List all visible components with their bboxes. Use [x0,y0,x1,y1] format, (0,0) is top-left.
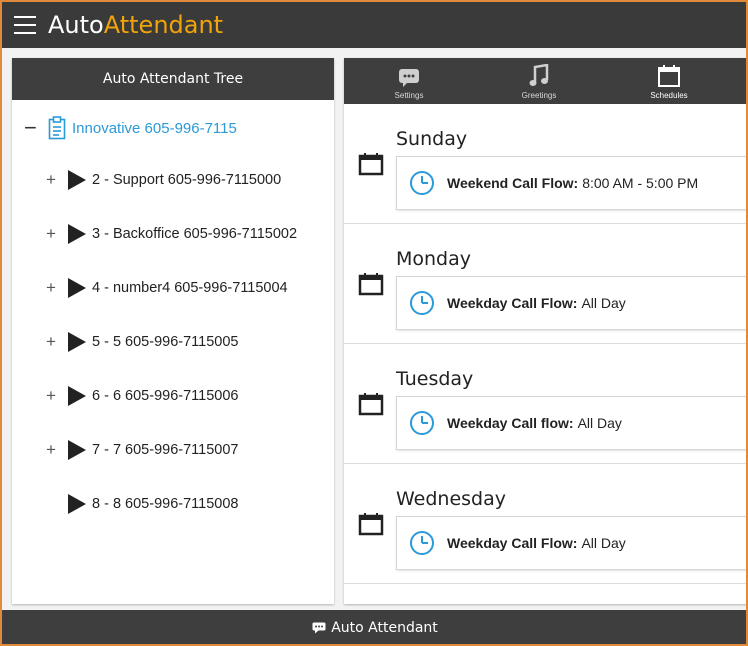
call-flow-label: Weekday Call Flow: [447,535,578,551]
app-title-part2: Attendant [103,11,224,39]
clock-icon [410,411,434,435]
clock-icon [410,531,434,555]
call-flow-label: Weekend Call Flow: [447,175,579,191]
play-icon [68,494,86,514]
tree-item-label[interactable]: 7 - 7 605-996-7115007 [92,442,238,458]
call-flow-label: Weekday Call flow: [447,415,574,431]
calendar-icon [358,393,384,416]
tree-item[interactable]: 8 - 8 605-996-7115008 [46,494,238,514]
play-icon [68,278,86,298]
call-flow-card[interactable]: Weekday Call flow: All Day [396,396,746,450]
tree-item-label[interactable]: 5 - 5 605-996-7115005 [92,334,238,350]
call-flow-card[interactable]: Weekday Call Flow: All Day [396,516,746,570]
clipboard-icon [48,116,66,140]
expand-toggle[interactable]: + [46,224,68,244]
tree-root-node[interactable]: − Innovative 605-996-7115 [24,116,237,140]
tree-item[interactable]: + 2 - Support 605-996-7115000 [46,170,281,190]
play-icon [68,386,86,406]
tab-schedules[interactable]: Schedules [604,58,734,104]
tree-item[interactable]: + 4 - number4 605-996-7115004 [46,278,288,298]
schedule-day: Sunday Weekend Call Flow: 8:00 AM - 5:00… [344,104,746,224]
tree-panel: Auto Attendant Tree − Innovative 605-996… [12,58,334,604]
tree-item[interactable]: + 5 - 5 605-996-7115005 [46,332,238,352]
expand-toggle[interactable]: + [46,386,68,406]
clock-icon [410,291,434,315]
tab-greetings[interactable]: Greetings [474,58,604,104]
tab-greetings-label: Greetings [521,91,557,100]
tree-item-label[interactable]: 4 - number4 605-996-7115004 [92,280,288,296]
play-icon [68,440,86,460]
play-icon [68,224,86,244]
calendar-icon [358,273,384,296]
tree-item[interactable]: + 7 - 7 605-996-7115007 [46,440,238,460]
hamburger-menu-icon[interactable] [14,16,36,34]
call-flow-time: All Day [581,295,626,311]
schedule-day: Monday Weekday Call Flow: All Day [344,224,746,344]
tree-item-label[interactable]: 6 - 6 605-996-7115006 [92,388,238,404]
chat-icon [312,622,326,634]
call-flow-card[interactable]: Weekend Call Flow: 8:00 AM - 5:00 PM [396,156,746,210]
detail-panel: Settings Greetings Schedules Sunday Week… [344,58,746,604]
call-flow-time: 8:00 AM - 5:00 PM [582,175,699,191]
tree-root-label[interactable]: Innovative 605-996-7115 [72,120,237,137]
app-title-part1: Auto [48,11,104,39]
day-name: Wednesday [396,488,507,510]
schedule-day: Tuesday Weekday Call flow: All Day [344,344,746,464]
footer-label: Auto Attendant [331,620,438,636]
tree-item[interactable]: + 6 - 6 605-996-7115006 [46,386,238,406]
collapse-toggle[interactable]: − [24,117,48,139]
play-icon [68,332,86,352]
calendar-icon [358,513,384,536]
top-header: AutoAttendant [2,2,746,48]
call-flow-card[interactable]: Weekday Call Flow: All Day [396,276,746,330]
calendar-icon [658,65,680,87]
chat-bubble-icon [399,69,419,87]
day-name: Sunday [396,128,468,150]
expand-toggle[interactable]: + [46,278,68,298]
footer-bar[interactable]: Auto Attendant [2,610,746,644]
music-note-icon [529,64,549,86]
tree-panel-header: Auto Attendant Tree [12,58,334,100]
tab-settings[interactable]: Settings [344,58,474,104]
clock-icon [410,171,434,195]
call-flow-time: All Day [577,415,622,431]
tab-bar: Settings Greetings Schedules [344,58,746,104]
tree-item[interactable]: + 3 - Backoffice 605-996-7115002 [46,224,297,244]
call-flow-label: Weekday Call Flow: [447,295,578,311]
expand-toggle[interactable]: + [46,440,68,460]
tab-schedules-label: Schedules [650,91,688,100]
app-title: AutoAttendant [48,11,223,39]
play-icon [68,170,86,190]
app-frame: AutoAttendant Auto Attendant Tree − Inno… [0,0,748,646]
day-name: Monday [396,248,472,270]
tree-item-label[interactable]: 3 - Backoffice 605-996-7115002 [92,226,297,242]
tree-item-label[interactable]: 2 - Support 605-996-7115000 [92,172,281,188]
tab-settings-label: Settings [394,91,424,100]
day-name: Tuesday [396,368,474,390]
expand-toggle[interactable]: + [46,332,68,352]
tree-item-label[interactable]: 8 - 8 605-996-7115008 [92,496,238,512]
schedule-day: Wednesday Weekday Call Flow: All Day [344,464,746,584]
expand-toggle[interactable]: + [46,170,68,190]
calendar-icon [358,153,384,176]
call-flow-time: All Day [581,535,626,551]
schedule-list: Sunday Weekend Call Flow: 8:00 AM - 5:00… [344,104,746,584]
